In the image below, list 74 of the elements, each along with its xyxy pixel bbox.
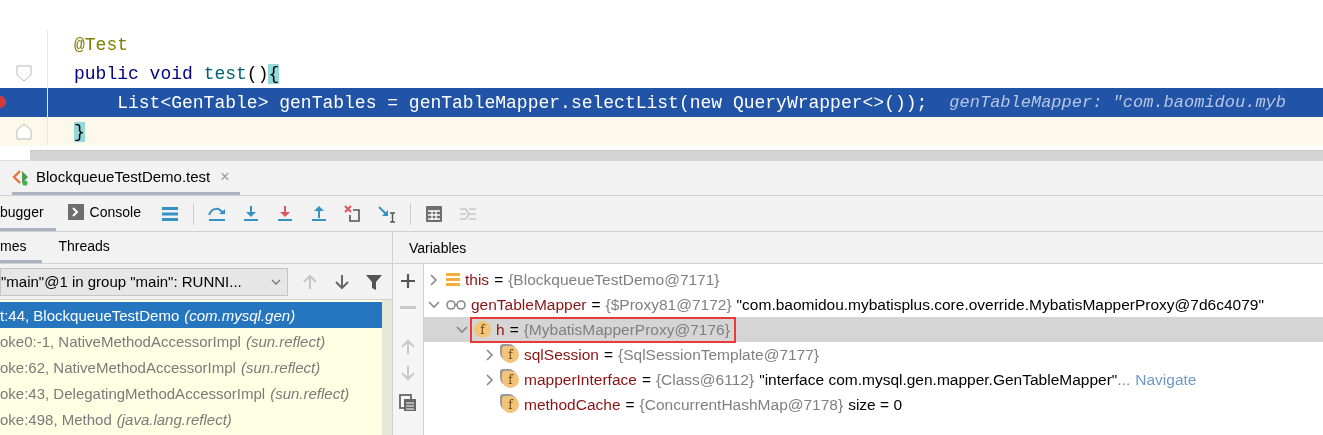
variable-name: mapperInterface bbox=[524, 370, 637, 389]
variable-value: {MybatisMapperProxy@7176} bbox=[523, 320, 730, 339]
panel-title: Variables bbox=[408, 238, 467, 258]
variable-row[interactable]: f h = {MybatisMapperProxy@7176} bbox=[424, 317, 1323, 342]
fold-marker-icon[interactable] bbox=[16, 65, 32, 82]
variable-row[interactable]: f sqlSession = {SqlSessionTemplate@7177} bbox=[424, 342, 1323, 367]
field-icon: f bbox=[502, 371, 519, 388]
ellipsis: ... bbox=[1117, 370, 1131, 389]
string-value: "interface com.mysql.gen.mapper.GenTableMapper" bbox=[759, 370, 1118, 389]
plus-icon bbox=[399, 272, 417, 290]
run-to-cursor-icon bbox=[376, 203, 397, 224]
stack-frame-item[interactable]: oke:43, DelegatingMethodAccessorImpl (sun.reflect) bbox=[0, 380, 382, 406]
equals-sign: = bbox=[591, 295, 601, 314]
equals-sign: = bbox=[494, 270, 504, 289]
code-token: () bbox=[246, 63, 269, 84]
down-arrow-icon bbox=[333, 272, 351, 291]
variable-name: genTableMapper bbox=[471, 295, 587, 314]
filter-icon bbox=[365, 272, 383, 291]
equals-sign: = bbox=[603, 345, 614, 364]
stack-frame-item[interactable]: t:44, BlockqueueTestDemo (com.mysql.gen) bbox=[0, 302, 382, 328]
code-token: @Test bbox=[74, 34, 128, 55]
up-arrow-icon bbox=[399, 338, 417, 356]
panel-tab[interactable]: Console bbox=[55, 196, 153, 231]
minus-icon bbox=[400, 305, 416, 309]
debug-icon bbox=[12, 167, 30, 186]
variable-row[interactable]: genTableMapper = {$Proxy81@7172} "com.baomidou.mybatisplus.core.override.MybatisMapperProxy@7d6c4079" bbox=[424, 292, 1323, 317]
chevron-down-icon bbox=[271, 278, 281, 285]
code-token: public void bbox=[74, 63, 194, 84]
chevron-right-icon[interactable] bbox=[484, 348, 496, 361]
variable-name: this bbox=[465, 270, 490, 289]
code-token: { bbox=[268, 63, 280, 84]
stack-frame-item[interactable]: oke0:-1, NativeMethodAccessorImpl (sun.reflect) bbox=[0, 328, 382, 354]
inline-value-hint: genTableMapper: "com.baomidou.myb bbox=[949, 93, 1286, 112]
glasses-icon bbox=[446, 298, 466, 311]
copy-icon bbox=[399, 394, 417, 412]
chevron-down-icon[interactable] bbox=[428, 298, 440, 311]
variable-row[interactable]: this = {BlockqueueTestDemo@7171} bbox=[424, 267, 1323, 292]
code-token: List<GenTable> genTables = genTableMapper.selectList(new QueryWrapper<>()); bbox=[116, 92, 928, 113]
variable-value: {Class@6112} bbox=[655, 370, 755, 389]
fold-marker-icon[interactable] bbox=[16, 123, 32, 140]
chevron-down-icon[interactable] bbox=[456, 323, 468, 336]
stack-frame-item[interactable]: oke:62, NativeMethodAccessorImpl (sun.reflect) bbox=[0, 354, 382, 380]
variable-value: {SqlSessionTemplate@7177} bbox=[618, 345, 820, 364]
up-arrow-icon bbox=[301, 272, 319, 291]
console-icon bbox=[67, 204, 84, 220]
code-token: test bbox=[203, 63, 247, 84]
chevron-right-icon[interactable] bbox=[484, 373, 496, 386]
field-icon: f bbox=[502, 396, 519, 413]
string-value: "com.baomidou.mybatisplus.core.override.MybatisMapperProxy@7d6c4079" bbox=[736, 295, 1264, 314]
thread-dropdown[interactable]: "main"@1 in group "main": RUNNI... bbox=[0, 267, 288, 296]
code-token: } bbox=[74, 121, 85, 142]
down-arrow-icon bbox=[399, 364, 417, 382]
session-title: BlockqueueTestDemo.test bbox=[36, 168, 211, 185]
drop-frame-icon bbox=[342, 203, 363, 224]
list-icon bbox=[446, 272, 460, 287]
horizontal-scrollbar[interactable] bbox=[30, 150, 1323, 161]
field-icon: f bbox=[502, 346, 519, 363]
variable-value: {$Proxy81@7172} bbox=[605, 295, 732, 314]
stack-frame-item[interactable]: oke:498, Method (java.lang.reflect) bbox=[0, 406, 382, 432]
panel-tab[interactable]: Threads bbox=[42, 232, 126, 263]
equals-sign: = bbox=[509, 320, 519, 339]
variable-name: h bbox=[496, 320, 505, 339]
equals-sign: = bbox=[641, 370, 651, 389]
variable-value: {BlockqueueTestDemo@7171} bbox=[508, 270, 720, 289]
variable-row[interactable]: f mapperInterface = {Class@6112} "interface com.mysql.gen.mapper.GenTableMapper"... Navigate bbox=[424, 367, 1323, 392]
chevron-right-icon[interactable] bbox=[428, 273, 440, 286]
field-icon: f bbox=[474, 321, 491, 338]
variable-value: {ConcurrentHashMap@7178} bbox=[639, 395, 844, 414]
calculator-icon bbox=[423, 203, 444, 224]
equals-sign: = bbox=[625, 395, 635, 414]
variable-name: sqlSession bbox=[524, 345, 599, 364]
size-label: size = 0 bbox=[848, 395, 903, 414]
variable-name: methodCache bbox=[524, 395, 621, 414]
variable-row[interactable]: f methodCache = {ConcurrentHashMap@7178} size = 0 bbox=[424, 392, 1323, 417]
